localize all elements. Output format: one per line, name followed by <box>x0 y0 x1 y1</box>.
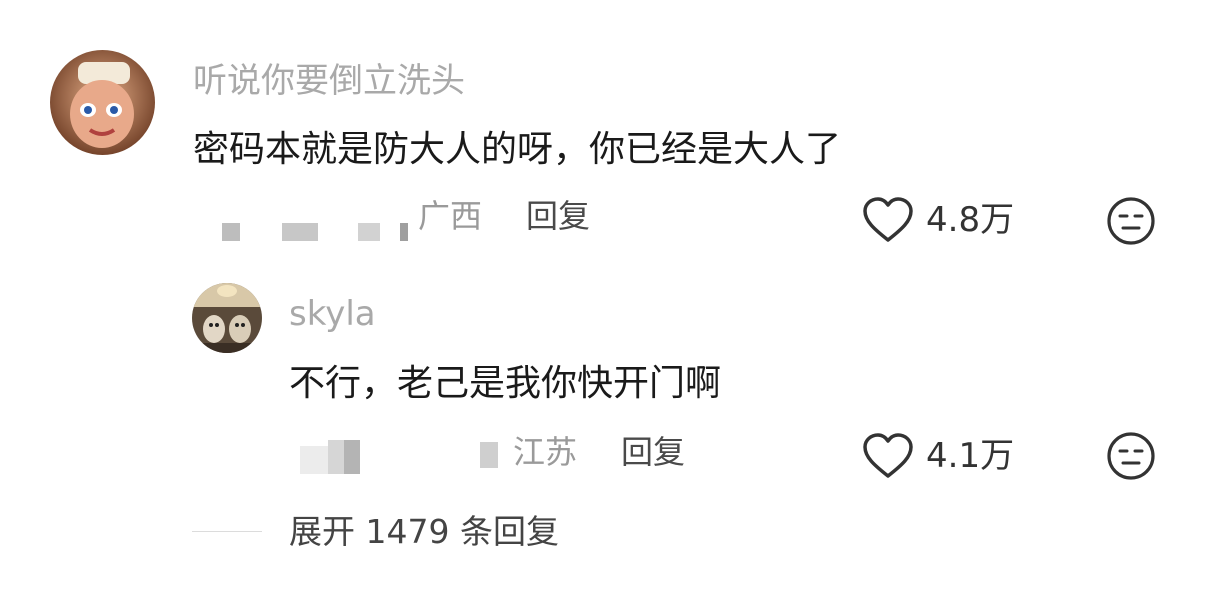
meh-face-icon <box>1107 197 1155 245</box>
blurred-date <box>358 223 380 241</box>
heart-outline-icon <box>863 433 913 478</box>
avatar[interactable] <box>192 283 262 353</box>
like-button[interactable] <box>862 196 914 248</box>
blurred-date <box>480 442 498 468</box>
blurred-date <box>222 223 240 241</box>
reply-button[interactable]: 回复 <box>621 436 685 468</box>
comment-text: 不行，老己是我你快开门啊 <box>289 363 722 404</box>
dislike-button[interactable] <box>1106 431 1156 485</box>
blurred-date <box>344 440 360 474</box>
blurred-date <box>400 223 408 241</box>
like-button[interactable] <box>862 432 914 484</box>
avatar[interactable] <box>50 50 155 155</box>
avatar-image <box>192 283 262 353</box>
comment-username[interactable]: 听说你要倒立洗头 <box>193 64 465 98</box>
heart-outline-icon <box>863 197 913 242</box>
expand-divider <box>192 531 262 532</box>
location-label: 广西 <box>418 197 483 235</box>
reply-button[interactable]: 回复 <box>526 200 590 232</box>
comment-text: 密码本就是防大人的呀，你已经是大人了 <box>193 129 842 170</box>
meh-face-icon <box>1107 432 1155 480</box>
comment-username[interactable]: skyla <box>289 297 376 331</box>
like-count: 4.8万 <box>926 200 1015 240</box>
blurred-date <box>300 446 328 474</box>
blurred-date <box>328 440 344 474</box>
location-label: 江苏 <box>513 433 578 471</box>
blurred-date <box>282 223 318 241</box>
avatar-image <box>50 50 155 155</box>
like-count: 4.1万 <box>926 436 1015 476</box>
dislike-button[interactable] <box>1106 196 1156 250</box>
expand-replies-button[interactable]: 展开 1479 条回复 <box>289 515 559 548</box>
